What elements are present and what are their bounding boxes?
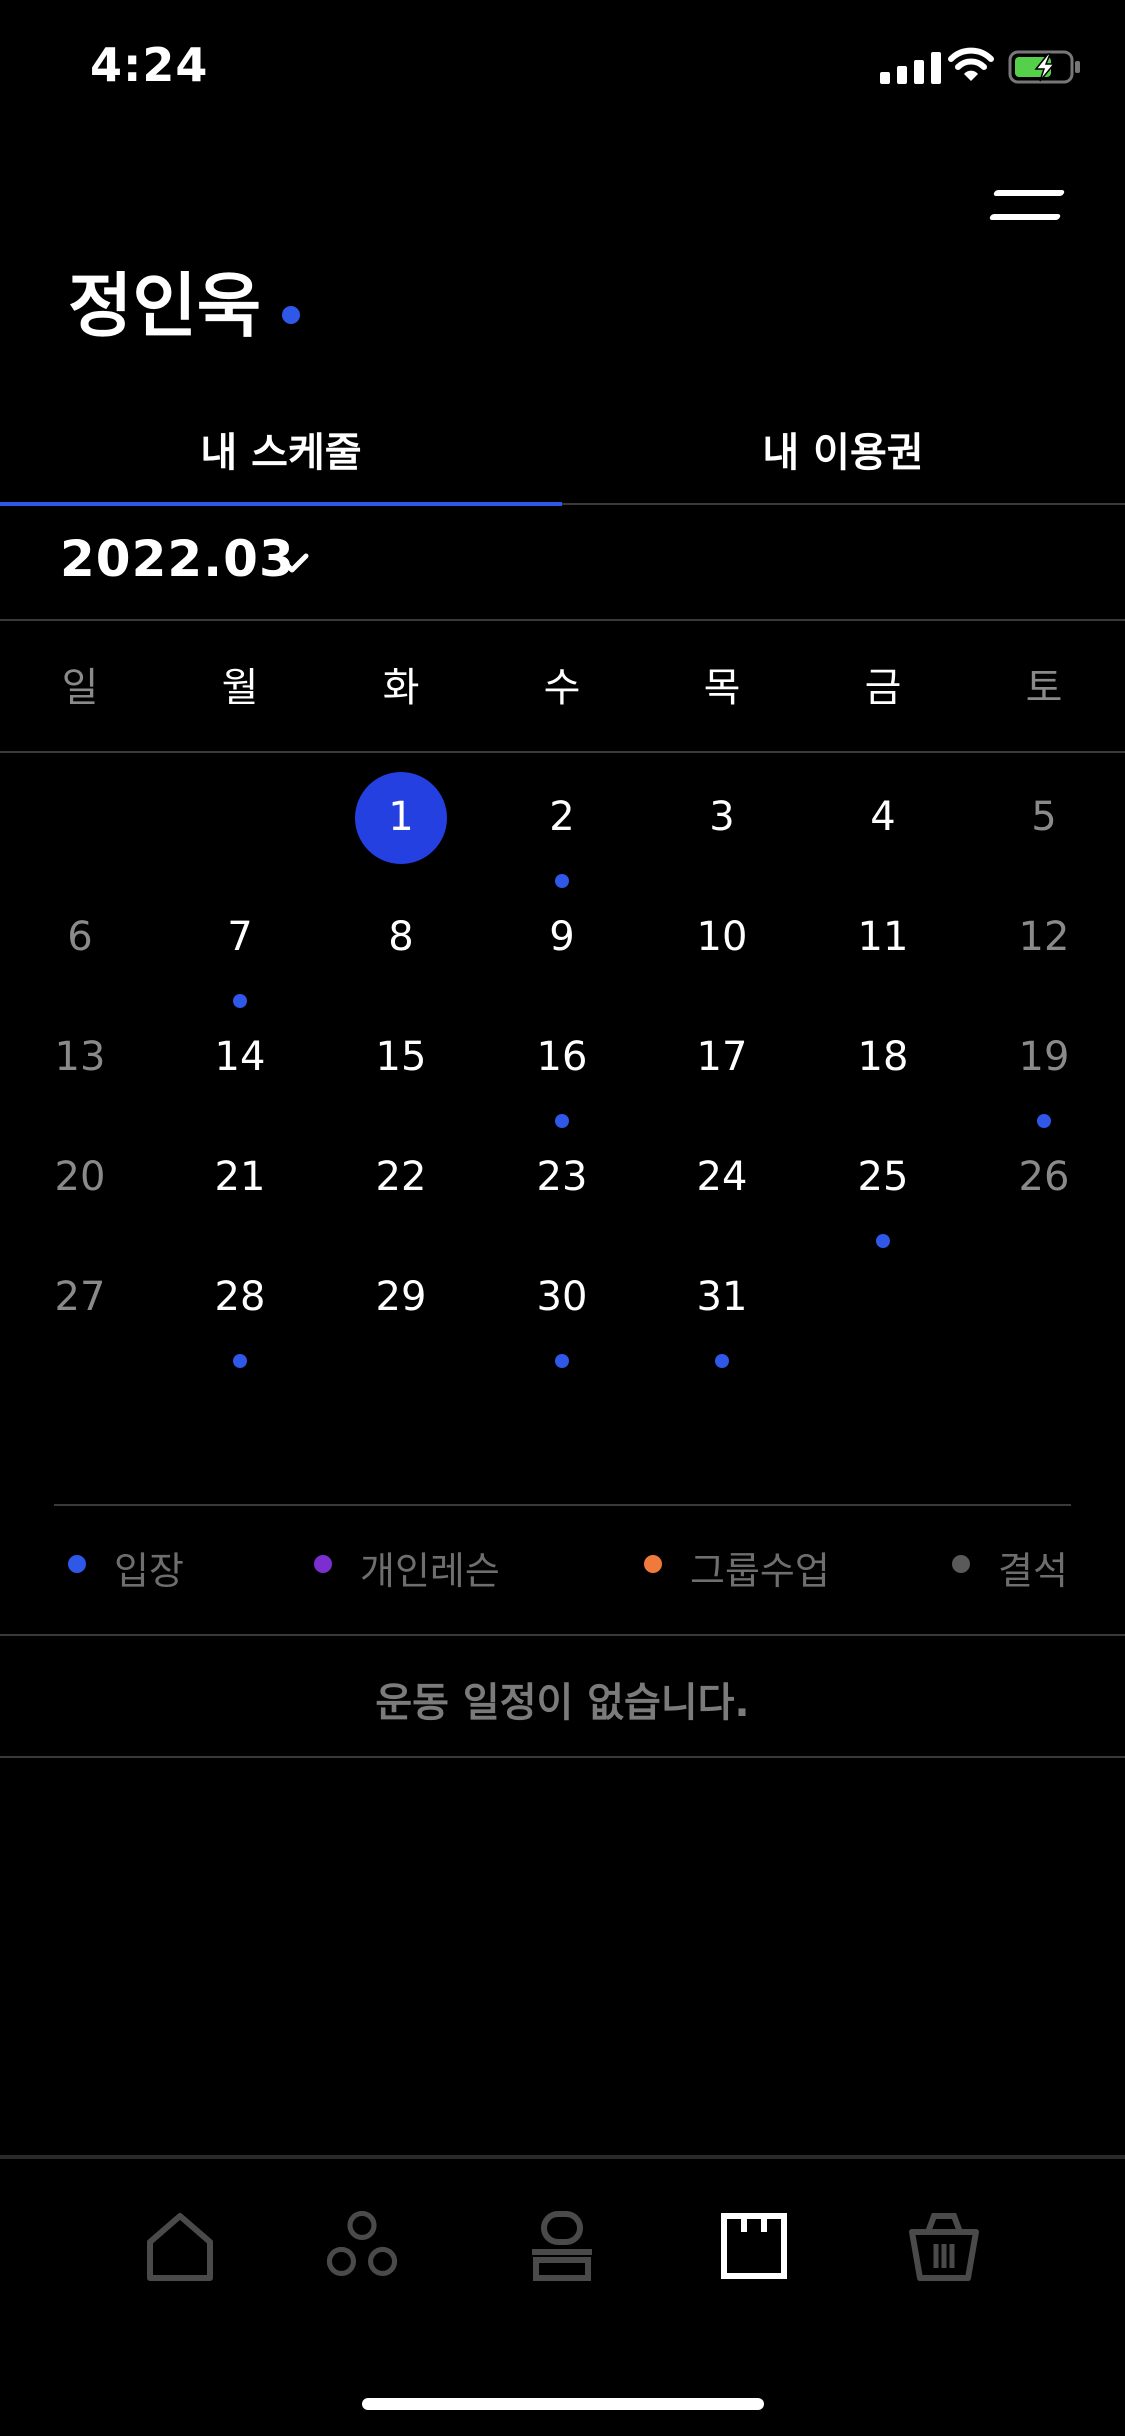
calendar-day[interactable]: 26 <box>994 1154 1094 1200</box>
calendar-day[interactable]: 24 <box>672 1154 772 1200</box>
weekday-label: 토 <box>1025 665 1063 711</box>
legend-dot <box>314 1555 332 1573</box>
calendar-day[interactable]: 5 <box>994 794 1094 840</box>
entry-marker-dot <box>876 1234 890 1248</box>
trainer-icon[interactable] <box>526 2210 598 2282</box>
weekday-label: 수 <box>543 665 581 711</box>
legend-dot <box>68 1555 86 1573</box>
weekday-label: 목 <box>703 665 741 711</box>
calendar-day[interactable]: 23 <box>512 1154 612 1200</box>
legend-label: 개인레슨 <box>360 1549 500 1593</box>
calendar-day[interactable]: 14 <box>190 1034 290 1080</box>
divider <box>0 1756 1125 1758</box>
cellular-signal-icon <box>880 52 941 84</box>
battery-charging-icon <box>1008 50 1080 84</box>
entry-marker-dot <box>1037 1114 1051 1128</box>
calendar-day[interactable]: 13 <box>30 1034 130 1080</box>
tab-my-passes[interactable]: 내 이용권 <box>562 420 1124 478</box>
legend-label: 그룹수업 <box>690 1549 830 1593</box>
weekday-label: 화 <box>382 665 420 711</box>
month-selector[interactable]: 2022.03 <box>60 530 295 588</box>
calendar-day[interactable]: 29 <box>351 1274 451 1320</box>
tab-my-schedule[interactable]: 내 스케줄 <box>0 420 562 478</box>
weekday-label: 월 <box>221 665 259 711</box>
legend-dot <box>952 1555 970 1573</box>
calendar-day[interactable]: 1 <box>351 794 451 840</box>
home-icon[interactable] <box>144 2210 216 2282</box>
status-time: 4:24 <box>90 38 209 92</box>
divider <box>0 1634 1125 1636</box>
calendar-day[interactable]: 19 <box>994 1034 1094 1080</box>
user-name: 정인욱 <box>68 265 262 347</box>
tab-active-indicator <box>0 502 562 506</box>
group-icon[interactable] <box>326 2210 398 2282</box>
basket-icon[interactable] <box>908 2210 980 2282</box>
calendar-day[interactable]: 25 <box>833 1154 933 1200</box>
calendar-day[interactable]: 10 <box>672 914 772 960</box>
entry-marker-dot <box>715 1354 729 1368</box>
menu-icon[interactable] <box>988 190 1066 226</box>
empty-schedule-message: 운동 일정이 없습니다. <box>375 1680 750 1726</box>
calendar-day[interactable]: 8 <box>351 914 451 960</box>
schedule-icon[interactable] <box>718 2210 790 2282</box>
weekday-label: 금 <box>864 665 902 711</box>
calendar-day[interactable]: 27 <box>30 1274 130 1320</box>
name-accent-dot <box>282 306 300 324</box>
entry-marker-dot <box>555 1354 569 1368</box>
calendar-day[interactable]: 11 <box>833 914 933 960</box>
calendar-day[interactable]: 15 <box>351 1034 451 1080</box>
calendar-day[interactable]: 4 <box>833 794 933 840</box>
calendar-day[interactable]: 21 <box>190 1154 290 1200</box>
calendar-day[interactable]: 16 <box>512 1034 612 1080</box>
entry-marker-dot <box>555 874 569 888</box>
weekday-label: 일 <box>61 665 99 711</box>
home-indicator[interactable] <box>362 2398 764 2410</box>
legend-dot <box>644 1555 662 1573</box>
calendar-day[interactable]: 22 <box>351 1154 451 1200</box>
legend-label: 결석 <box>998 1549 1068 1593</box>
entry-marker-dot <box>555 1114 569 1128</box>
calendar-day[interactable]: 2 <box>512 794 612 840</box>
calendar-day[interactable]: 9 <box>512 914 612 960</box>
calendar-day[interactable]: 6 <box>30 914 130 960</box>
divider <box>0 751 1125 753</box>
calendar-day[interactable]: 7 <box>190 914 290 960</box>
calendar-day[interactable]: 17 <box>672 1034 772 1080</box>
divider <box>0 619 1125 621</box>
chevron-down-icon[interactable] <box>272 548 312 578</box>
entry-marker-dot <box>233 994 247 1008</box>
entry-marker-dot <box>233 1354 247 1368</box>
calendar-day[interactable]: 30 <box>512 1274 612 1320</box>
bottom-nav-divider <box>0 2155 1125 2159</box>
calendar-day[interactable]: 28 <box>190 1274 290 1320</box>
wifi-icon <box>948 47 994 81</box>
calendar-day[interactable]: 12 <box>994 914 1094 960</box>
calendar-day[interactable]: 18 <box>833 1034 933 1080</box>
calendar-day[interactable]: 31 <box>672 1274 772 1320</box>
legend-divider <box>54 1504 1071 1506</box>
calendar-day[interactable]: 3 <box>672 794 772 840</box>
legend-label: 입장 <box>114 1549 184 1593</box>
calendar-day[interactable]: 20 <box>30 1154 130 1200</box>
